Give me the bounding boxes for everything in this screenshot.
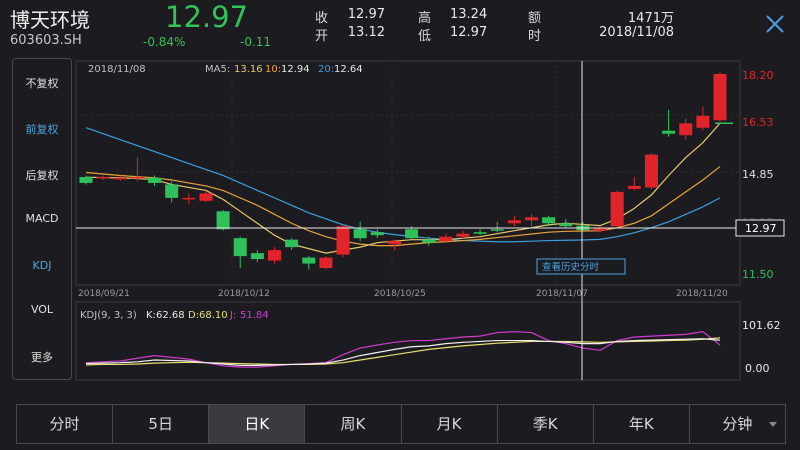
history-minute-button-label: 查看历史分时 bbox=[542, 261, 600, 273]
date-label-1: 2018/09/21 bbox=[78, 289, 130, 299]
j-value: 51.84 bbox=[240, 310, 269, 321]
ma5-label: MA5: bbox=[205, 64, 230, 75]
candle-up bbox=[696, 115, 710, 128]
tab-minute[interactable]: 分钟 bbox=[690, 405, 785, 443]
candle-down bbox=[490, 229, 504, 231]
candle-up bbox=[113, 177, 127, 180]
kline-chart[interactable]: 2018/11/08 MA5: 13.16 10: 12.94 20: 12.6… bbox=[0, 0, 800, 400]
ma20-label: 20: bbox=[318, 64, 334, 75]
candle-up bbox=[456, 233, 470, 237]
kdj-label: KDJ(9, 3, 3) bbox=[80, 310, 137, 321]
price-tick-2: 16.53 bbox=[742, 116, 774, 129]
kdj-k-line bbox=[85, 338, 721, 366]
candle-up bbox=[644, 154, 658, 188]
ma10-value: 12.94 bbox=[281, 64, 310, 75]
tab-weekly-k[interactable]: 周K bbox=[305, 405, 402, 443]
tab-intraday[interactable]: 分时 bbox=[17, 405, 114, 443]
j-label: J: bbox=[229, 310, 236, 321]
candle-down bbox=[148, 177, 162, 183]
chevron-down-icon bbox=[769, 422, 777, 427]
candle-down bbox=[165, 184, 179, 198]
k-value: 62.68 bbox=[156, 310, 185, 321]
kdj-lines bbox=[85, 331, 721, 368]
date-label-4: 2018/11/07 bbox=[536, 289, 588, 299]
period-tabs: 分时 5日 日K 周K 月K 季K 年K 分钟 bbox=[16, 404, 786, 444]
candle-down bbox=[662, 130, 676, 134]
tab-minute-label: 分钟 bbox=[722, 415, 753, 433]
candle-down bbox=[353, 229, 367, 239]
candle-up bbox=[96, 176, 110, 179]
kdj-tick-max: 101.62 bbox=[742, 319, 781, 332]
candle-down bbox=[405, 229, 419, 239]
crosshair-price: 12.97 bbox=[745, 222, 777, 235]
candle-down bbox=[216, 211, 230, 230]
candle-up bbox=[507, 220, 521, 224]
ma5-value: 13.16 bbox=[234, 64, 263, 75]
candle-down bbox=[302, 257, 316, 264]
d-value: 68.10 bbox=[199, 310, 228, 321]
candle-up bbox=[679, 123, 693, 136]
candle-down bbox=[250, 253, 264, 260]
ma10-label: 10: bbox=[265, 64, 281, 75]
candle-down bbox=[233, 238, 247, 257]
candle-up bbox=[525, 217, 539, 221]
tab-monthly-k[interactable]: 月K bbox=[402, 405, 498, 443]
candle-up bbox=[319, 257, 333, 269]
candle-down bbox=[79, 176, 93, 183]
candle-down bbox=[542, 217, 556, 224]
cursor-date: 2018/11/08 bbox=[88, 64, 146, 75]
candle-down bbox=[370, 232, 384, 236]
kdj-j-line bbox=[85, 331, 721, 368]
tab-5day[interactable]: 5日 bbox=[113, 405, 210, 443]
candle-down bbox=[559, 223, 573, 227]
candle-up bbox=[627, 185, 641, 189]
kdj-tick-min: 0.00 bbox=[745, 362, 770, 375]
ma-lines bbox=[85, 122, 721, 254]
candle-up bbox=[182, 197, 196, 200]
date-label-5: 2018/11/20 bbox=[676, 289, 728, 299]
candle-down bbox=[422, 239, 436, 243]
tab-daily-k[interactable]: 日K bbox=[209, 405, 306, 443]
candle-up bbox=[267, 250, 281, 261]
ma5-line bbox=[85, 122, 721, 254]
candle-up bbox=[439, 236, 453, 242]
tab-quarterly-k[interactable]: 季K bbox=[498, 405, 594, 443]
candle-up bbox=[713, 74, 727, 121]
date-label-2: 2018/10/12 bbox=[218, 289, 270, 299]
candle-up bbox=[387, 241, 401, 245]
ma20-line bbox=[85, 127, 721, 243]
candle-down bbox=[285, 239, 299, 248]
ma10-line bbox=[85, 166, 721, 247]
ma20-value: 12.64 bbox=[334, 64, 363, 75]
price-tick-max: 18.20 bbox=[742, 69, 774, 82]
candle-up bbox=[610, 191, 624, 227]
candle-up bbox=[130, 176, 144, 179]
candle-up bbox=[199, 193, 213, 201]
price-tick-min: 11.50 bbox=[742, 268, 774, 281]
date-label-3: 2018/10/25 bbox=[374, 289, 426, 299]
price-tick-3: 14.85 bbox=[742, 168, 774, 181]
candle-up bbox=[336, 226, 350, 255]
tab-yearly-k[interactable]: 年K bbox=[594, 405, 690, 443]
candle-down bbox=[473, 232, 487, 234]
d-label: D: bbox=[188, 310, 199, 321]
k-label: K: bbox=[146, 310, 156, 321]
